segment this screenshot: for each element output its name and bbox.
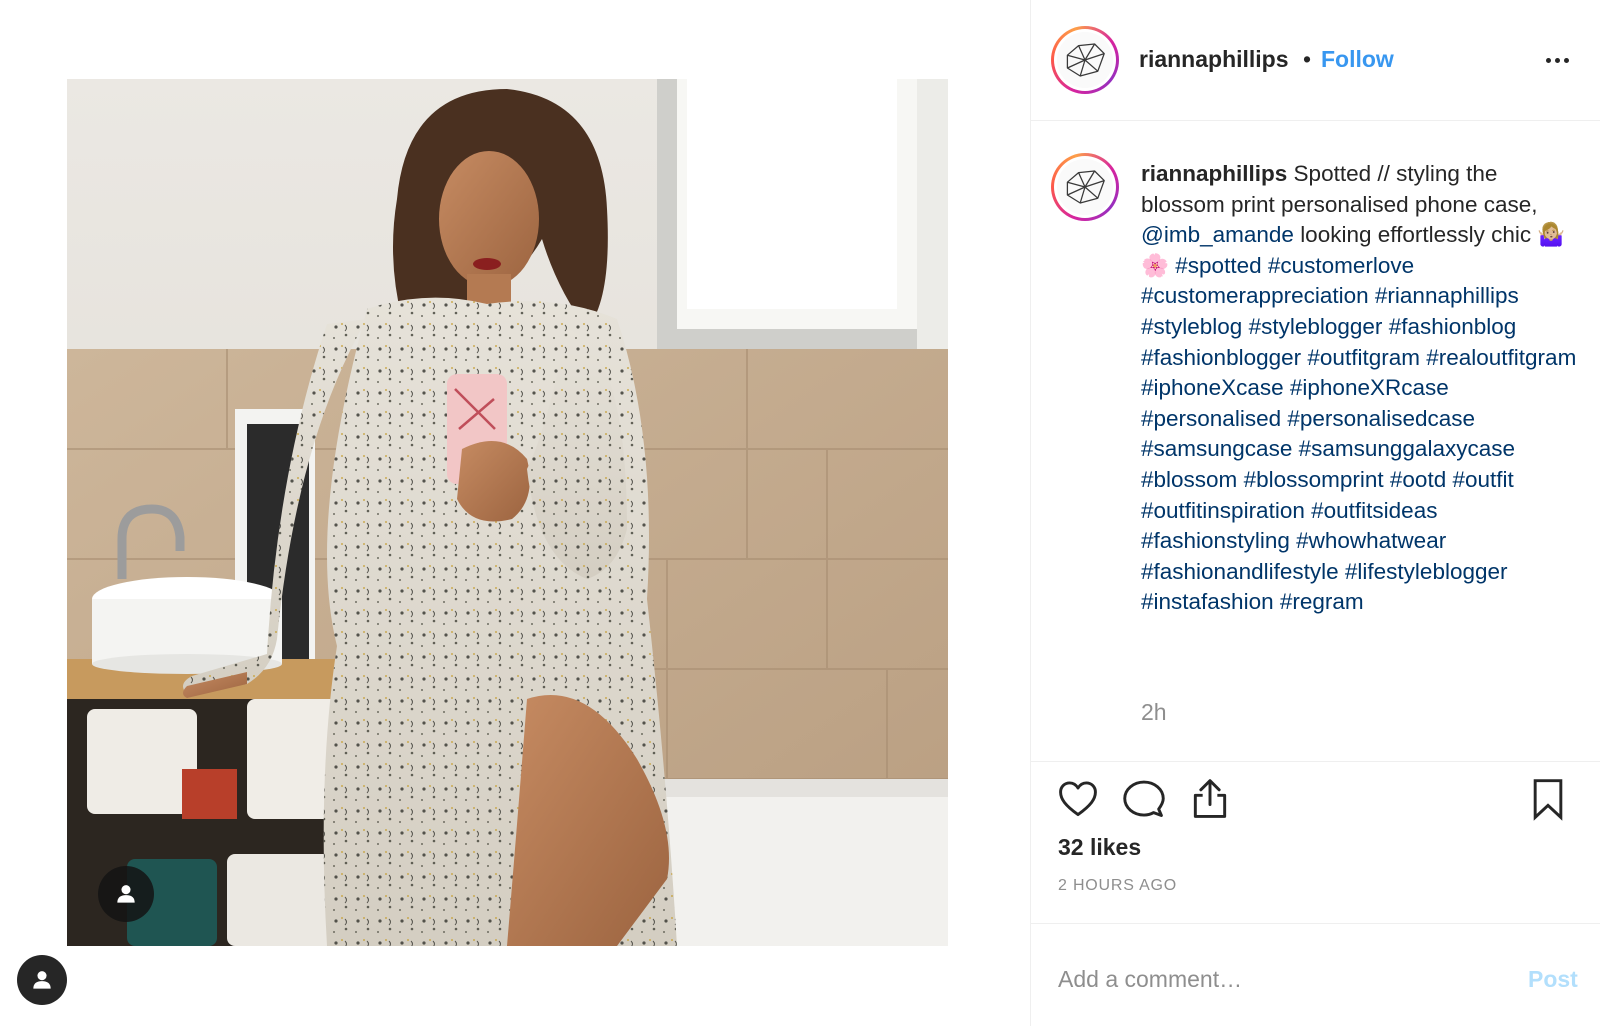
caption-username[interactable]: riannaphillips [1141,161,1287,186]
hashtag-link[interactable]: #iphoneXRcase [1290,375,1449,400]
hashtag-link[interactable]: #riannaphillips [1375,283,1519,308]
post-header: riannaphillips • Follow [1031,0,1600,121]
hashtag-link[interactable]: #blossom [1141,467,1237,492]
hashtag-link[interactable]: #realoutfitgram [1426,345,1576,370]
hashtag-link[interactable]: #fashionblogger [1141,345,1301,370]
hashtag-link[interactable]: #fashionblog [1389,314,1517,339]
hashtag-link[interactable]: #outfitinspiration [1141,498,1305,523]
caption-section: riannaphillips Spotted // styling the bl… [1031,121,1600,761]
more-options-icon[interactable] [1539,46,1575,74]
hashtag-link[interactable]: #styleblogger [1249,314,1383,339]
header-separator: • [1303,46,1312,72]
hashtag-link[interactable]: #personalisedcase [1287,406,1475,431]
hashtag-link[interactable]: #customerlove [1268,253,1414,278]
heart-icon[interactable] [1053,774,1103,824]
share-icon[interactable] [1185,774,1235,824]
post-details-panel: riannaphillips • Follow riannaphillips S… [1030,0,1600,1026]
hashtag-link[interactable]: #instafashion [1141,589,1274,614]
user-tag-icon [33,971,51,989]
hashtag-link[interactable]: #ootd [1390,467,1446,492]
hashtag-link[interactable]: #fashionandlifestyle [1141,559,1339,584]
post-photo[interactable] [67,79,948,946]
post-photo-illustration [67,79,948,946]
author-username[interactable]: riannaphillips [1139,46,1289,73]
post-comment-button[interactable]: Post [1528,966,1578,993]
hashtag-link[interactable]: #outfitgram [1307,345,1420,370]
hashtag-link[interactable]: #iphoneXcase [1141,375,1284,400]
comment-bubble-icon[interactable] [1119,774,1169,824]
hashtag-link[interactable]: #lifestyleblogger [1345,559,1508,584]
posted-time[interactable]: 2 HOURS AGO [1058,877,1177,895]
comment-form: Post [1031,925,1600,1026]
hashtag-link[interactable]: #customerappreciation [1141,283,1369,308]
post-actions: 32 likes 2 HOURS AGO [1031,761,1600,924]
hashtag-link[interactable]: #samsungcase [1141,436,1292,461]
geometric-diamond-logo-icon [1066,170,1105,204]
tagged-users-button[interactable] [17,955,67,1005]
follow-button[interactable]: Follow [1321,46,1394,73]
author-avatar[interactable] [1051,26,1119,94]
geometric-diamond-logo-icon [1066,43,1105,77]
caption-author-avatar[interactable] [1051,153,1119,221]
caption-age[interactable]: 2h [1141,699,1167,726]
hashtag-link[interactable]: #samsunggalaxycase [1299,436,1515,461]
media-pane [0,0,1030,1026]
hashtag-link[interactable]: #spotted [1175,253,1261,278]
hashtag-list: #spotted #customerlove #customerapprecia… [1141,253,1576,615]
hashtag-link[interactable]: #blossomprint [1244,467,1384,492]
caption-mention[interactable]: @imb_amande [1141,222,1294,247]
hashtag-link[interactable]: #regram [1280,589,1364,614]
photo-tag-button[interactable] [98,866,154,922]
hashtag-link[interactable]: #styleblog [1141,314,1242,339]
caption-body-continued: looking effortlessly chic [1300,222,1532,248]
hashtag-link[interactable]: #whowhatwear [1296,528,1446,553]
comment-input[interactable] [1058,963,1498,995]
hashtag-link[interactable]: #personalised [1141,406,1281,431]
caption-text: riannaphillips Spotted // styling the bl… [1141,159,1581,618]
user-tag-icon [117,885,135,903]
hashtag-link[interactable]: #fashionstyling [1141,528,1290,553]
likes-count[interactable]: 32 likes [1058,834,1141,861]
bookmark-icon[interactable] [1523,774,1573,824]
hashtag-link[interactable]: #outfit [1452,467,1513,492]
hashtag-link[interactable]: #outfitsideas [1311,498,1437,523]
